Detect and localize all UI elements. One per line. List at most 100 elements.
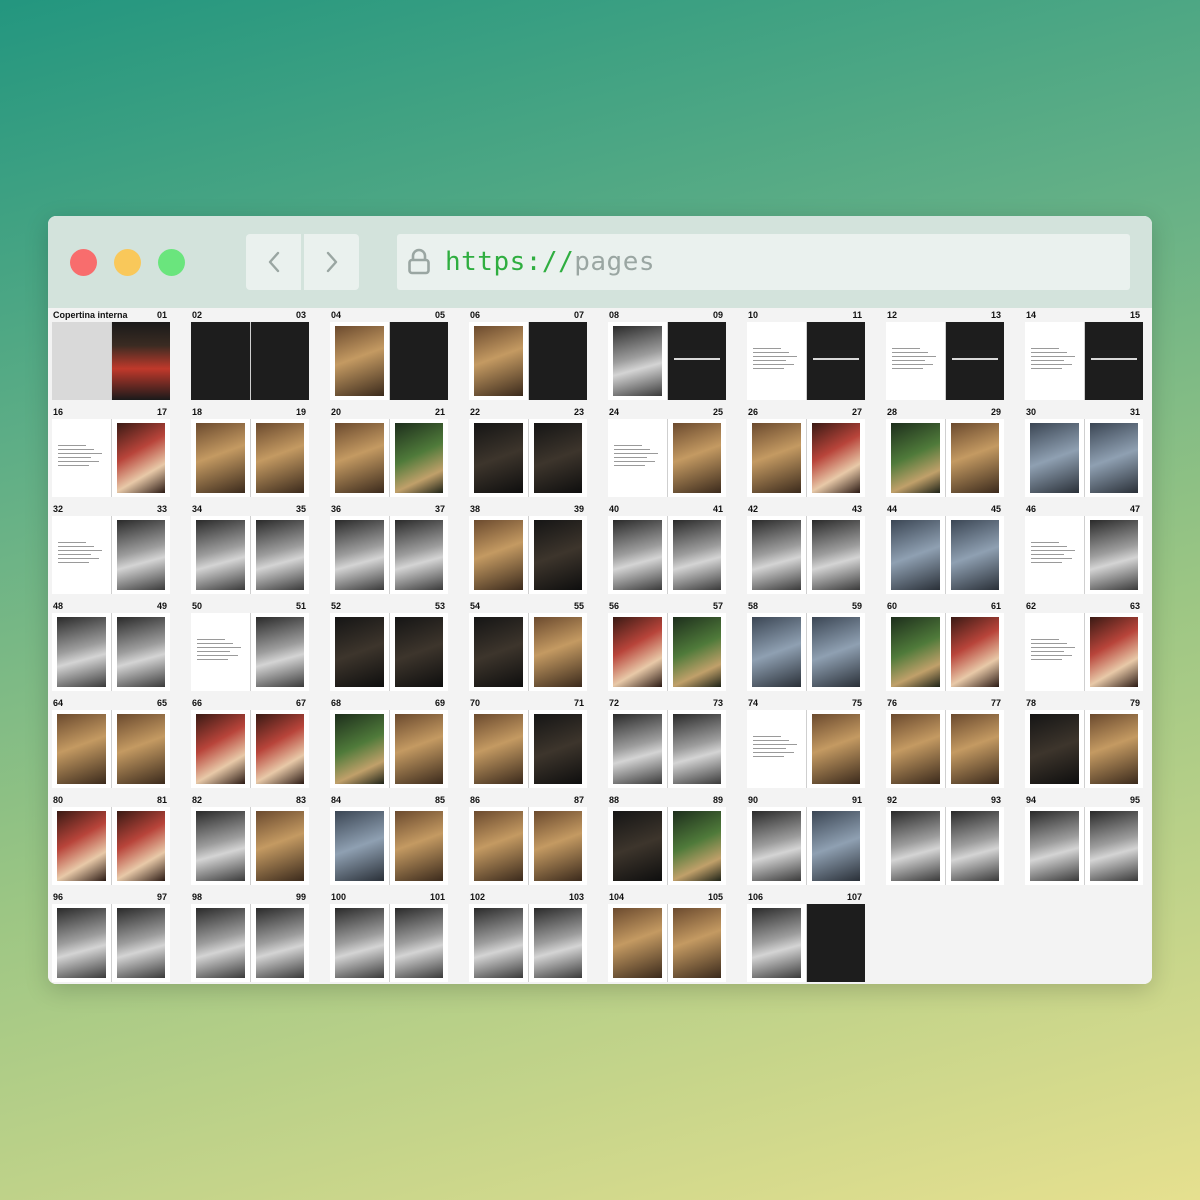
- page-spread[interactable]: 102 103: [466, 890, 587, 984]
- left-page-thumbnail[interactable]: [191, 904, 250, 982]
- right-page-thumbnail[interactable]: [389, 710, 448, 788]
- left-page-thumbnail[interactable]: [330, 613, 389, 691]
- page-spread[interactable]: 94 95: [1022, 793, 1143, 887]
- page-spread[interactable]: 18 19: [188, 405, 309, 499]
- left-page-thumbnail[interactable]: [330, 516, 389, 594]
- page-spread[interactable]: 26 27: [744, 405, 865, 499]
- right-page-thumbnail[interactable]: [389, 419, 448, 497]
- right-page-thumbnail[interactable]: [806, 904, 865, 982]
- left-page-thumbnail[interactable]: [886, 710, 945, 788]
- right-page-thumbnail[interactable]: [945, 322, 1004, 400]
- left-page-thumbnail[interactable]: [608, 613, 667, 691]
- page-spread[interactable]: 100 101: [327, 890, 448, 984]
- left-page-thumbnail[interactable]: [1025, 807, 1084, 885]
- page-spread[interactable]: 56 57: [605, 599, 726, 693]
- left-page-thumbnail[interactable]: [469, 613, 528, 691]
- page-spread[interactable]: 80 81: [49, 793, 170, 887]
- page-spread[interactable]: 12 13: [883, 308, 1004, 402]
- page-spread[interactable]: 40 41: [605, 502, 726, 596]
- left-page-thumbnail[interactable]: [330, 419, 389, 497]
- right-page-thumbnail[interactable]: [806, 613, 865, 691]
- page-spread[interactable]: 70 71: [466, 696, 587, 790]
- page-spread[interactable]: 66 67: [188, 696, 309, 790]
- left-page-thumbnail[interactable]: [469, 710, 528, 788]
- right-page-thumbnail[interactable]: [111, 516, 170, 594]
- page-spread[interactable]: 60 61: [883, 599, 1004, 693]
- left-page-thumbnail[interactable]: [608, 710, 667, 788]
- page-spread[interactable]: 74 75: [744, 696, 865, 790]
- left-page-thumbnail[interactable]: [1025, 613, 1084, 691]
- left-page-thumbnail[interactable]: [886, 807, 945, 885]
- right-page-thumbnail[interactable]: [945, 516, 1004, 594]
- left-page-thumbnail[interactable]: [191, 322, 250, 400]
- left-page-thumbnail[interactable]: [608, 322, 667, 400]
- left-page-thumbnail[interactable]: [52, 904, 111, 982]
- right-page-thumbnail[interactable]: [667, 710, 726, 788]
- left-page-thumbnail[interactable]: [747, 904, 806, 982]
- page-spread[interactable]: 14 15: [1022, 308, 1143, 402]
- left-page-thumbnail[interactable]: [469, 419, 528, 497]
- page-spread[interactable]: 84 85: [327, 793, 448, 887]
- left-page-thumbnail[interactable]: [608, 904, 667, 982]
- right-page-thumbnail[interactable]: [111, 904, 170, 982]
- right-page-thumbnail[interactable]: [667, 322, 726, 400]
- page-spread[interactable]: 02 03: [188, 308, 309, 402]
- page-spread[interactable]: 08 09: [605, 308, 726, 402]
- right-page-thumbnail[interactable]: [250, 904, 309, 982]
- right-page-thumbnail[interactable]: [945, 710, 1004, 788]
- left-page-thumbnail[interactable]: [608, 516, 667, 594]
- address-bar[interactable]: https://pages: [397, 234, 1130, 290]
- left-page-thumbnail[interactable]: [747, 807, 806, 885]
- page-spread[interactable]: 98 99: [188, 890, 309, 984]
- right-page-thumbnail[interactable]: [111, 419, 170, 497]
- left-page-thumbnail[interactable]: [608, 419, 667, 497]
- right-page-thumbnail[interactable]: [389, 322, 448, 400]
- right-page-thumbnail[interactable]: [667, 613, 726, 691]
- right-page-thumbnail[interactable]: [111, 613, 170, 691]
- right-page-thumbnail[interactable]: [667, 807, 726, 885]
- maximize-window-button[interactable]: [158, 249, 185, 276]
- page-spread[interactable]: 30 31: [1022, 405, 1143, 499]
- left-page-thumbnail[interactable]: [1025, 419, 1084, 497]
- right-page-thumbnail[interactable]: [528, 322, 587, 400]
- right-page-thumbnail[interactable]: [389, 807, 448, 885]
- right-page-thumbnail[interactable]: [250, 419, 309, 497]
- left-page-thumbnail[interactable]: [52, 613, 111, 691]
- page-spread[interactable]: 50 51: [188, 599, 309, 693]
- right-page-thumbnail[interactable]: [389, 613, 448, 691]
- left-page-thumbnail[interactable]: [886, 419, 945, 497]
- page-spread[interactable]: 16 17: [49, 405, 170, 499]
- close-window-button[interactable]: [70, 249, 97, 276]
- left-page-thumbnail[interactable]: [330, 322, 389, 400]
- page-spread[interactable]: 78 79: [1022, 696, 1143, 790]
- left-page-thumbnail[interactable]: [747, 322, 806, 400]
- left-page-thumbnail[interactable]: [52, 419, 111, 497]
- page-spread[interactable]: 32 33: [49, 502, 170, 596]
- page-spread[interactable]: 36 37: [327, 502, 448, 596]
- left-page-thumbnail[interactable]: [191, 613, 250, 691]
- right-page-thumbnail[interactable]: [389, 904, 448, 982]
- left-page-thumbnail[interactable]: [469, 516, 528, 594]
- right-page-thumbnail[interactable]: [528, 419, 587, 497]
- right-page-thumbnail[interactable]: [1084, 710, 1143, 788]
- right-page-thumbnail[interactable]: [806, 419, 865, 497]
- left-page-thumbnail[interactable]: [330, 807, 389, 885]
- page-spread[interactable]: 68 69: [327, 696, 448, 790]
- right-page-thumbnail[interactable]: [945, 419, 1004, 497]
- page-spread[interactable]: 24 25: [605, 405, 726, 499]
- right-page-thumbnail[interactable]: [528, 710, 587, 788]
- page-spread[interactable]: 96 97: [49, 890, 170, 984]
- left-page-thumbnail[interactable]: [52, 322, 111, 400]
- right-page-thumbnail[interactable]: [250, 516, 309, 594]
- page-spread[interactable]: 34 35: [188, 502, 309, 596]
- page-spread[interactable]: 52 53: [327, 599, 448, 693]
- left-page-thumbnail[interactable]: [747, 613, 806, 691]
- page-spread[interactable]: 22 23: [466, 405, 587, 499]
- right-page-thumbnail[interactable]: [1084, 322, 1143, 400]
- right-page-thumbnail[interactable]: [1084, 516, 1143, 594]
- right-page-thumbnail[interactable]: [806, 322, 865, 400]
- right-page-thumbnail[interactable]: [945, 807, 1004, 885]
- right-page-thumbnail[interactable]: [111, 710, 170, 788]
- right-page-thumbnail[interactable]: [1084, 613, 1143, 691]
- minimize-window-button[interactable]: [114, 249, 141, 276]
